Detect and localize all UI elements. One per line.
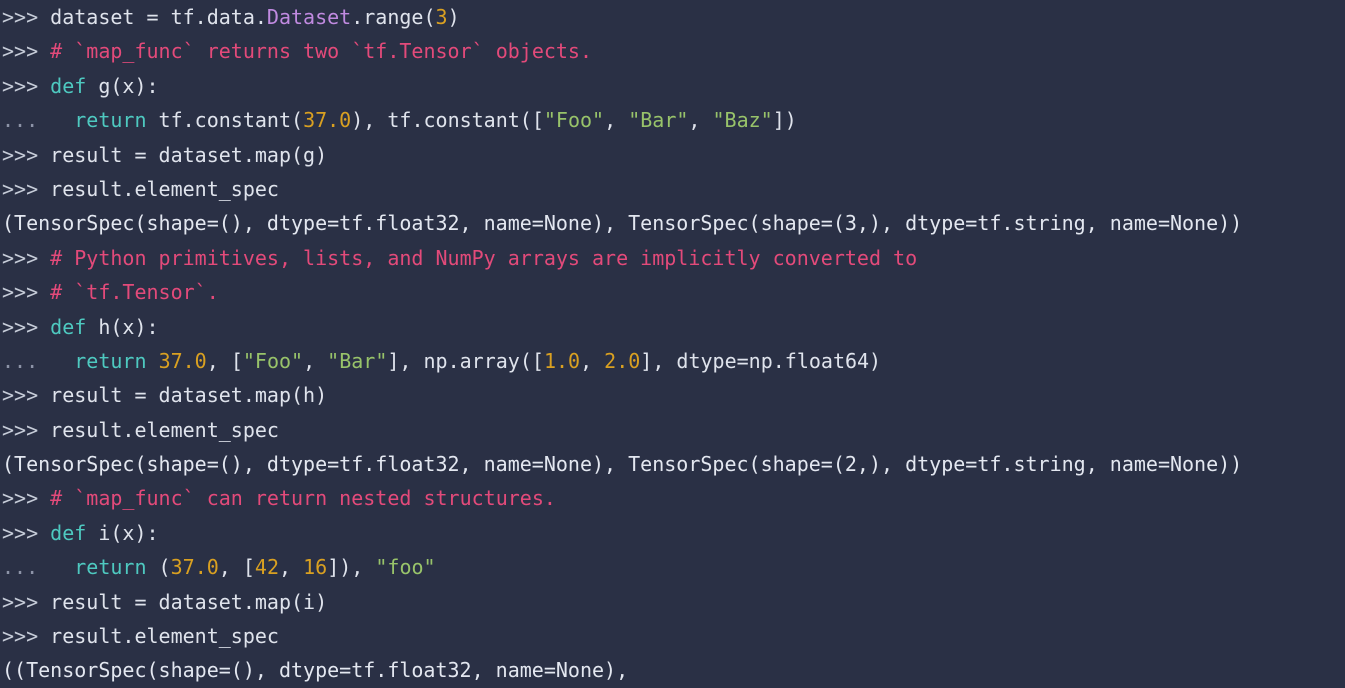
terminal-line-input: >>> # `tf.Tensor`. bbox=[0, 275, 1345, 309]
token-plain: result = dataset.map(i) bbox=[50, 589, 328, 614]
token-prompt: >>> bbox=[2, 39, 51, 64]
token-prompt: >>> bbox=[2, 383, 51, 408]
token-plain: ( bbox=[146, 555, 171, 580]
terminal-line-input: >>> result = dataset.map(g) bbox=[0, 138, 1345, 172]
token-plain: , [ bbox=[218, 555, 255, 580]
terminal-line-input: >>> result.element_spec bbox=[0, 413, 1345, 447]
terminal-line-continuation: ... return 37.0, ["Foo", "Bar"], np.arra… bbox=[0, 344, 1345, 378]
token-plain: h(x): bbox=[86, 314, 159, 339]
token-prompt: >>> bbox=[2, 417, 51, 442]
token-plain: result.element_spec bbox=[50, 624, 279, 649]
token-prompt: >>> bbox=[2, 142, 51, 167]
token-str: "Bar" bbox=[327, 348, 388, 373]
token-plain: ]), bbox=[327, 555, 376, 580]
token-plain: , bbox=[303, 348, 328, 373]
token-prompt: >>> bbox=[2, 520, 51, 545]
token-plain: , bbox=[580, 348, 605, 373]
token-num: 3 bbox=[435, 5, 448, 29]
token-plain: result.element_spec bbox=[50, 176, 279, 201]
token-plain: .range( bbox=[351, 5, 436, 29]
token-plain: ], dtype=np.float64) bbox=[640, 348, 882, 373]
terminal-line-output: (TensorSpec(shape=(), dtype=tf.float32, … bbox=[0, 206, 1345, 240]
token-plain: g(x): bbox=[86, 73, 159, 98]
token-plain: ], np.array([ bbox=[387, 348, 544, 373]
terminal-line-input: >>> dataset = tf.data.Dataset.range(3) bbox=[0, 0, 1345, 34]
terminal-line-input: >>> result.element_spec bbox=[0, 619, 1345, 653]
terminal-line-input: >>> # `map_func` returns two `tf.Tensor`… bbox=[0, 34, 1345, 68]
token-plain: ]) bbox=[772, 108, 797, 133]
token-str: "Baz" bbox=[712, 108, 773, 133]
token-out: (TensorSpec(shape=(), dtype=tf.float32, … bbox=[2, 211, 1243, 236]
token-out: (TensorSpec(shape=(), dtype=tf.float32, … bbox=[2, 452, 1243, 477]
token-num: 37.0 bbox=[170, 555, 219, 580]
token-prompt: >>> bbox=[2, 5, 51, 29]
terminal-line-input: >>> result.element_spec bbox=[0, 172, 1345, 206]
terminal-line-input: >>> result = dataset.map(i) bbox=[0, 585, 1345, 619]
token-plain: , bbox=[279, 555, 304, 580]
token-comment: # `tf.Tensor`. bbox=[50, 280, 219, 305]
token-prompt: >>> bbox=[2, 176, 51, 201]
terminal-line-continuation: ... return (37.0, [42, 16]), "foo" bbox=[0, 550, 1345, 584]
terminal-line-continuation: ... return tf.constant(37.0), tf.constan… bbox=[0, 103, 1345, 137]
token-str: "Foo" bbox=[242, 348, 304, 373]
terminal-line-input: >>> def g(x): bbox=[0, 69, 1345, 103]
token-prompt: >>> bbox=[2, 486, 51, 511]
token-comment: # `map_func` returns two `tf.Tensor` obj… bbox=[50, 39, 593, 64]
token-kw: def bbox=[50, 73, 87, 98]
token-plain: tf.constant( bbox=[146, 108, 304, 133]
token-plain: result = dataset.map(g) bbox=[50, 142, 328, 167]
terminal-line-output: ((TensorSpec(shape=(), dtype=tf.float32,… bbox=[0, 653, 1345, 687]
token-prompt: >>> bbox=[2, 245, 51, 270]
terminal-line-input: >>> result = dataset.map(h) bbox=[0, 378, 1345, 412]
token-plain: ), tf.constant([ bbox=[351, 108, 544, 133]
token-comment: # `map_func` can return nested structure… bbox=[50, 486, 556, 511]
token-plain: , [ bbox=[206, 348, 243, 373]
token-kw: return bbox=[74, 348, 147, 373]
terminal-line-output: (TensorSpec(shape=(), dtype=tf.float32, … bbox=[0, 447, 1345, 481]
token-cont: ... bbox=[2, 348, 51, 373]
token-plain: result = dataset.map(h) bbox=[50, 383, 328, 408]
token-out: ((TensorSpec(shape=(), dtype=tf.float32,… bbox=[2, 658, 629, 683]
token-num: 37.0 bbox=[158, 348, 207, 373]
token-cont: ... bbox=[2, 108, 51, 133]
token-kw: def bbox=[50, 314, 87, 339]
token-num: 37.0 bbox=[303, 108, 352, 133]
token-plain: , bbox=[604, 108, 629, 133]
python-repl-terminal[interactable]: >>> dataset = tf.data.Dataset.range(3) >>… bbox=[0, 0, 1345, 688]
token-plain: ) bbox=[447, 5, 460, 29]
token-kw: def bbox=[50, 520, 87, 545]
token-num: 2.0 bbox=[604, 348, 641, 373]
token-prompt: >>> bbox=[2, 589, 51, 614]
token-plain: dataset = tf.data. bbox=[50, 5, 267, 29]
token-plain: , bbox=[688, 108, 713, 133]
token-kw: return bbox=[74, 108, 147, 133]
token-kw: return bbox=[74, 555, 147, 580]
token-plain: i(x): bbox=[86, 520, 159, 545]
token-str: "Bar" bbox=[628, 108, 689, 133]
token-cont: ... bbox=[2, 555, 51, 580]
token-prompt: >>> bbox=[2, 314, 51, 339]
token-prompt: >>> bbox=[2, 624, 51, 649]
token-cls: Dataset bbox=[266, 5, 352, 29]
token-prompt: >>> bbox=[2, 73, 51, 98]
token-num: 16 bbox=[303, 555, 328, 580]
token-plain: result.element_spec bbox=[50, 417, 279, 442]
token-num: 1.0 bbox=[543, 348, 581, 373]
token-comment: # Python primitives, lists, and NumPy ar… bbox=[50, 245, 918, 270]
token-str: "foo" bbox=[375, 555, 436, 580]
token-str: "Foo" bbox=[543, 108, 605, 133]
terminal-line-input: >>> def h(x): bbox=[0, 310, 1345, 344]
terminal-line-input: >>> def i(x): bbox=[0, 516, 1345, 550]
token-num: 42 bbox=[254, 555, 279, 580]
terminal-line-input: >>> # Python primitives, lists, and NumP… bbox=[0, 241, 1345, 275]
terminal-line-input: >>> # `map_func` can return nested struc… bbox=[0, 481, 1345, 515]
token-prompt: >>> bbox=[2, 280, 51, 305]
